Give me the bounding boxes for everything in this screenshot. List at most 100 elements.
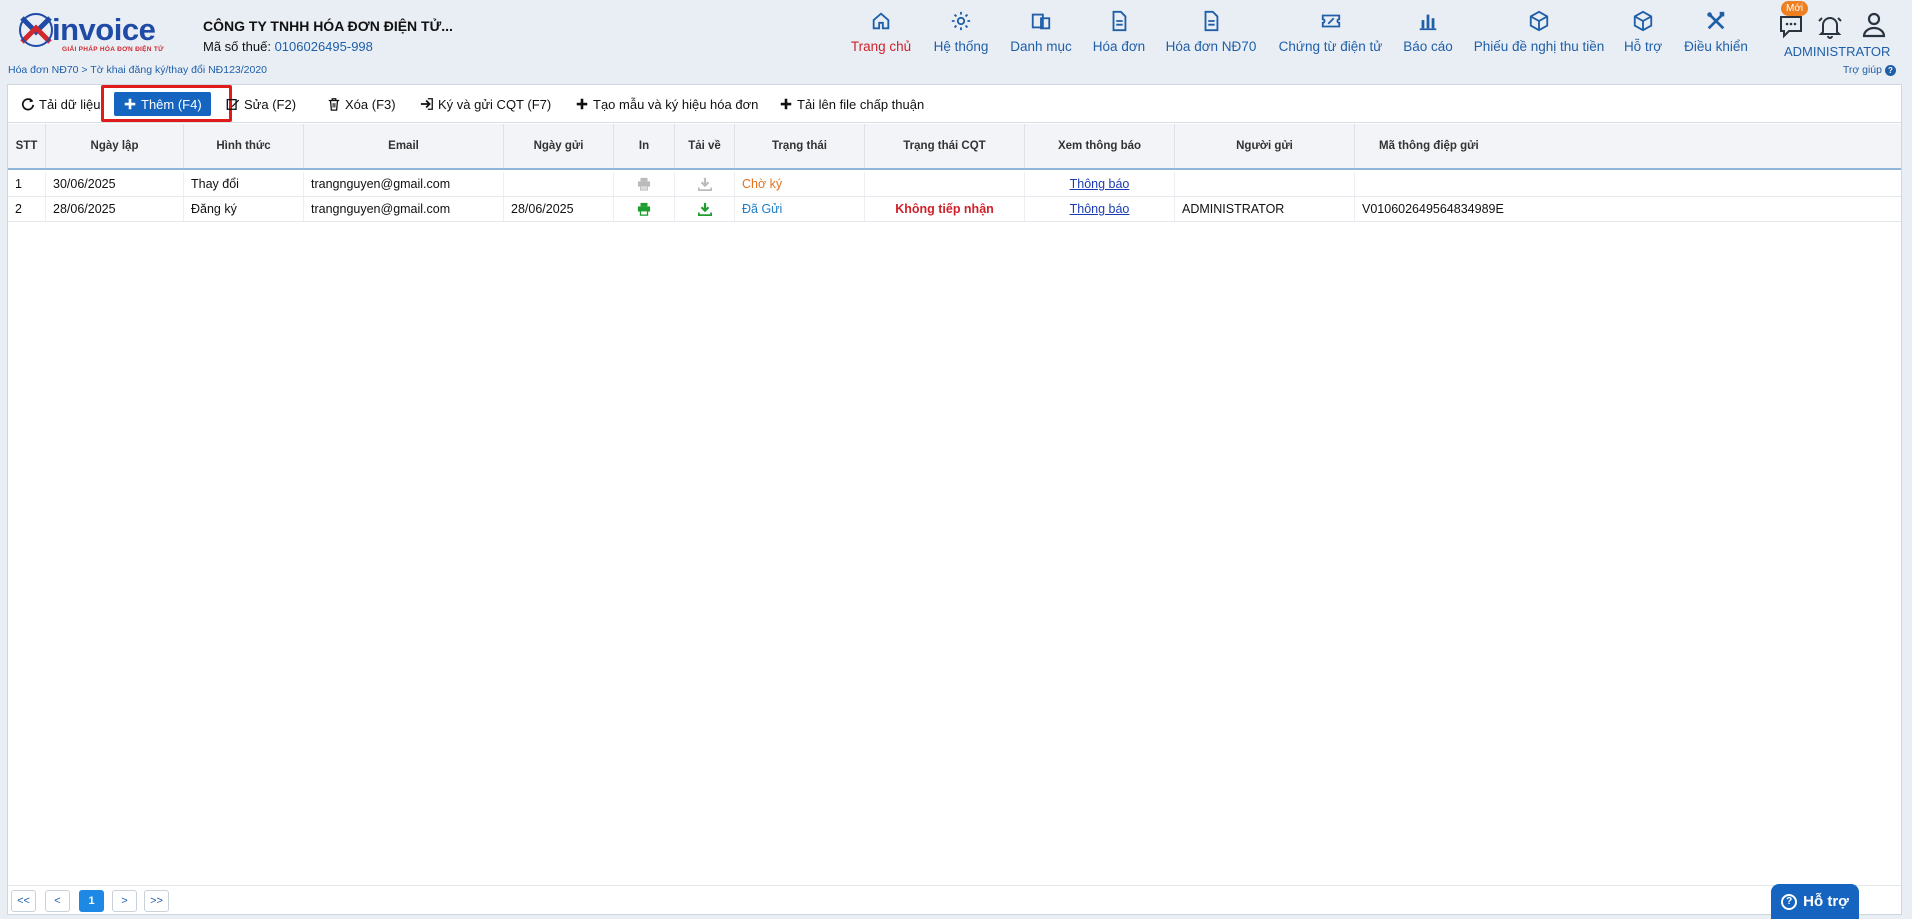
nav-phieu-de-nghi-thu-tien[interactable]: Phiếu đề nghị thu tiền: [1474, 10, 1604, 62]
cell-cqt-status: [865, 172, 1025, 196]
table-row[interactable]: 1 30/06/2025 Thay đổi trangnguyen@gmail.…: [8, 172, 1901, 197]
cell-notice: Thông báo: [1025, 197, 1175, 221]
col-email[interactable]: Email: [304, 124, 504, 168]
print-icon-disabled: [637, 177, 651, 191]
col-in[interactable]: In: [614, 124, 675, 168]
sign-send-button[interactable]: Ký và gửi CQT (F7): [420, 92, 551, 116]
edit-label: Sửa (F2): [244, 96, 297, 112]
nav-chung-tu-dien-tu[interactable]: Chứng từ điện tử: [1278, 10, 1383, 62]
nav-label: Hóa đơn: [1092, 39, 1146, 54]
tax-code: Mã số thuế: 0106026495-998: [203, 39, 373, 54]
box-icon: [1633, 10, 1653, 32]
table-header: STT Ngày lập Hình thức Email Ngày gửi In…: [8, 124, 1901, 170]
col-nguoi-gui[interactable]: Người gửi: [1175, 124, 1355, 168]
breadcrumb[interactable]: Hóa đơn NĐ70 > Tờ khai đăng ký/thay đổi …: [8, 64, 267, 76]
notice-link[interactable]: Thông báo: [1070, 172, 1130, 196]
nav-danh-muc[interactable]: Danh mục: [1010, 10, 1072, 62]
cell-download: [675, 172, 735, 196]
question-icon: ?: [1781, 893, 1798, 910]
tax-code-value: 0106026495-998: [274, 39, 373, 54]
notifications-button[interactable]: [1816, 12, 1844, 40]
print-icon[interactable]: [637, 202, 651, 216]
nav-label: Báo cáo: [1403, 39, 1453, 54]
nav-label: Hóa đơn NĐ70: [1165, 39, 1257, 54]
cell-date: 30/06/2025: [46, 172, 184, 196]
nav-ho-tro[interactable]: Hỗ trợ: [1622, 10, 1664, 62]
cell-print: [614, 172, 675, 196]
page-last-button[interactable]: >>: [144, 890, 169, 912]
nav-trang-chu[interactable]: Trang chủ: [850, 10, 912, 62]
cell-stt: 2: [8, 197, 46, 221]
support-chat-button[interactable]: ? Hỗ trợ: [1771, 884, 1859, 919]
cell-cqt-status: Không tiếp nhận: [865, 197, 1025, 221]
document-icon: [1204, 10, 1219, 32]
nav-dieu-khien[interactable]: Điều khiển: [1684, 10, 1748, 62]
page-prev-button[interactable]: <: [45, 890, 70, 912]
col-trang-thai-cqt[interactable]: Trạng thái CQT: [865, 124, 1025, 168]
logo-mark-icon: [19, 13, 53, 47]
tools-icon: [1707, 11, 1725, 30]
col-tai-ve[interactable]: Tải về: [675, 124, 735, 168]
notice-link[interactable]: Thông báo: [1070, 197, 1130, 221]
reload-button[interactable]: Tải dữ liệu: [21, 92, 100, 116]
page-first-button[interactable]: <<: [11, 890, 36, 912]
nav-label: Chứng từ điện tử: [1278, 39, 1383, 54]
nav-label: Hệ thống: [933, 39, 989, 54]
toolbar: Tải dữ liệu Thêm (F4) Sửa (F2) Xóa (F3) …: [8, 85, 1901, 123]
reload-label: Tải dữ liệu: [39, 96, 101, 112]
nav-bao-cao[interactable]: Báo cáo: [1402, 10, 1454, 62]
plus-icon: [124, 98, 136, 110]
main-panel: Tải dữ liệu Thêm (F4) Sửa (F2) Xóa (F3) …: [7, 84, 1902, 915]
upload-approval-button[interactable]: Tải lên file chấp thuận: [779, 92, 924, 116]
page-current-button[interactable]: 1: [79, 890, 104, 912]
col-stt[interactable]: STT: [8, 124, 46, 168]
cell-email: trangnguyen@gmail.com: [304, 197, 504, 221]
cell-status: Chờ ký: [735, 172, 865, 196]
app-header: invoice GIẢI PHÁP HÓA ĐƠN ĐIỆN TỬ CÔNG T…: [0, 0, 1912, 82]
cell-download[interactable]: [675, 197, 735, 221]
col-xem-thong-bao[interactable]: Xem thông báo: [1025, 124, 1175, 168]
invoice-logo[interactable]: invoice GIẢI PHÁP HÓA ĐƠN ĐIỆN TỬ: [16, 10, 178, 56]
home-icon: [872, 12, 890, 30]
nav-label: Trang chủ: [850, 39, 912, 54]
create-template-label: Tạo mẫu và ký hiệu hóa đơn: [593, 96, 759, 112]
nav-label: Phiếu đề nghị thu tiền: [1473, 39, 1605, 54]
user-icon: [1862, 12, 1886, 38]
delete-button[interactable]: Xóa (F3): [327, 92, 396, 116]
ticket-icon: [1321, 14, 1340, 28]
download-icon[interactable]: [697, 202, 712, 216]
cell-print[interactable]: [614, 197, 675, 221]
user-name[interactable]: ADMINISTRATOR: [1784, 44, 1890, 59]
download-icon-disabled: [697, 177, 712, 191]
table-row[interactable]: 2 28/06/2025 Đăng ký trangnguyen@gmail.c…: [8, 197, 1901, 222]
create-template-button[interactable]: Tạo mẫu và ký hiệu hóa đơn: [575, 92, 758, 116]
cell-message-id: V010602649564834989E: [1362, 202, 1504, 216]
support-label: Hỗ trợ: [1803, 893, 1849, 910]
bell-icon: [1818, 17, 1842, 39]
cell-sent-date: [504, 172, 614, 196]
messages-button[interactable]: [1777, 12, 1805, 40]
delete-label: Xóa (F3): [345, 96, 396, 112]
upload-label: Tải lên file chấp thuận: [797, 96, 925, 112]
col-ma-thong-diep-gui[interactable]: Mã thông điệp gửi: [1355, 124, 1505, 168]
edit-button[interactable]: Sửa (F2): [226, 92, 296, 116]
cell-type: Đăng ký: [184, 197, 304, 221]
col-ngay-lap[interactable]: Ngày lập: [46, 124, 184, 168]
nav-hoa-don[interactable]: Hóa đơn: [1092, 10, 1146, 62]
page-next-button[interactable]: >: [112, 890, 137, 912]
nav-he-thong[interactable]: Hệ thống: [931, 10, 991, 62]
add-button[interactable]: Thêm (F4): [114, 92, 211, 116]
col-hinh-thuc[interactable]: Hình thức: [184, 124, 304, 168]
cell-notice: Thông báo: [1025, 172, 1175, 196]
col-trang-thai[interactable]: Trạng thái: [735, 124, 865, 168]
nav-hoa-don-nd70[interactable]: Hóa đơn NĐ70: [1166, 10, 1256, 62]
user-menu-button[interactable]: [1860, 10, 1888, 38]
nav-label: Điều khiển: [1684, 39, 1748, 54]
plus-icon: [576, 98, 588, 110]
new-badge: Mới: [1781, 1, 1809, 16]
col-ngay-gui[interactable]: Ngày gửi: [504, 124, 614, 168]
help-link[interactable]: Trợ giúp ?: [1843, 64, 1896, 76]
help-link-label: Trợ giúp: [1842, 64, 1882, 76]
nav-label: Hỗ trợ: [1623, 39, 1663, 54]
cell-sent-date: 28/06/2025: [504, 197, 614, 221]
